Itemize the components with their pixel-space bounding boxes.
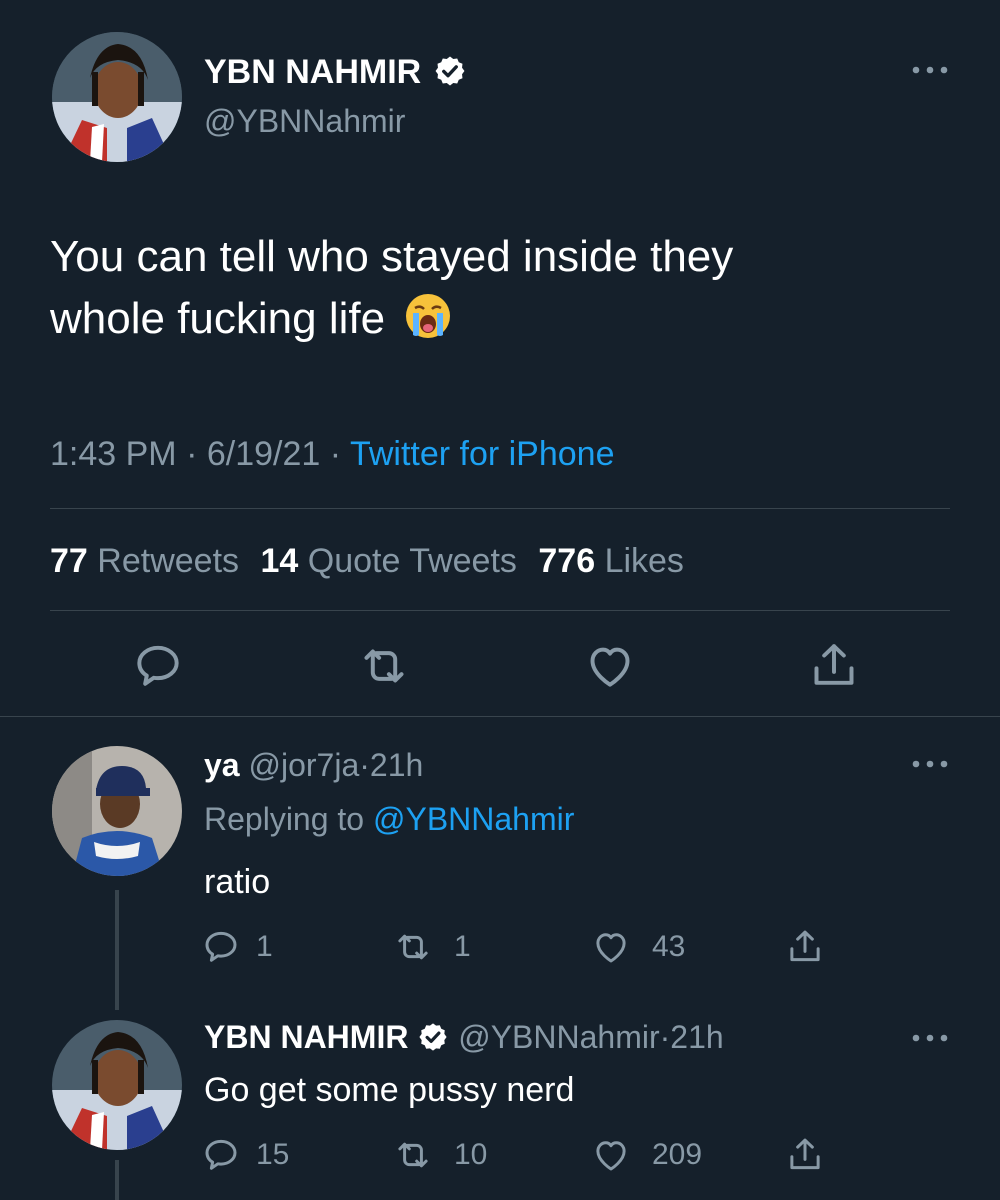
- share-icon[interactable]: [784, 1134, 826, 1176]
- share-icon[interactable]: [806, 638, 862, 694]
- tweet-text-line-1: You can tell who stayed inside they: [50, 232, 734, 281]
- loudly-crying-face-icon: [406, 294, 451, 338]
- divider: [50, 610, 950, 611]
- quote-tweets-stat[interactable]: 14 Quote Tweets: [260, 542, 526, 580]
- avatar-image-icon: [52, 32, 182, 162]
- retweet-count: 10: [454, 1138, 488, 1171]
- like-icon[interactable]: [582, 638, 638, 694]
- likes-stat[interactable]: 776 Likes: [538, 542, 684, 580]
- reply-text: ratio: [204, 863, 271, 901]
- share-icon[interactable]: [784, 926, 826, 968]
- separator-dot: ·: [659, 1019, 671, 1055]
- like-count: 209: [652, 1138, 703, 1171]
- like-icon[interactable]: [590, 926, 632, 968]
- more-options-icon[interactable]: [910, 758, 950, 770]
- like-count: 43: [652, 930, 686, 963]
- reply-count: 1: [256, 930, 273, 963]
- replying-to-label: Replying to: [204, 801, 365, 837]
- replying-to-handle[interactable]: @YBNNahmir: [373, 801, 574, 837]
- likes-count: 776: [538, 542, 596, 580]
- reply-header: YBN NAHMIR @YBNNahmir·21h: [204, 1018, 724, 1056]
- author-handle[interactable]: @YBNNahmir: [204, 102, 405, 140]
- tweet-date[interactable]: 6/19/21: [207, 435, 320, 473]
- like-icon[interactable]: [590, 1134, 632, 1176]
- tweet-text-line-2: whole fucking life: [50, 288, 950, 350]
- more-options-icon[interactable]: [910, 1032, 950, 1044]
- retweet-icon[interactable]: [356, 638, 412, 694]
- separator-dot: ·: [359, 747, 370, 783]
- verified-badge-icon: [433, 54, 467, 88]
- divider: [50, 508, 950, 509]
- tweet-source-link[interactable]: Twitter for iPhone: [350, 435, 615, 473]
- author-display-name[interactable]: YBN NAHMIR: [204, 53, 421, 91]
- reply-text: Go get some pussy nerd: [204, 1071, 575, 1109]
- quote-tweets-count: 14: [260, 542, 299, 580]
- reply-count: 15: [256, 1138, 290, 1171]
- quote-tweets-label: Quote Tweets: [307, 542, 517, 580]
- reply-age[interactable]: 21h: [670, 1019, 723, 1055]
- reply-handle[interactable]: @jor7ja: [248, 747, 359, 783]
- reply-icon[interactable]: [200, 1134, 242, 1176]
- reply-display-name[interactable]: YBN NAHMIR: [204, 1019, 408, 1055]
- retweet-icon[interactable]: [392, 926, 434, 968]
- avatar-image-icon: [52, 746, 182, 876]
- tweet-text: You can tell who stayed inside they whol…: [50, 226, 950, 350]
- avatar-image-icon: [52, 1020, 182, 1150]
- tweet-stats-row: 77 Retweets 14 Quote Tweets 776 Likes: [50, 541, 684, 581]
- reply-age[interactable]: 21h: [370, 747, 423, 783]
- reply-header: ya @jor7ja·21h: [204, 746, 423, 784]
- tweet-timestamp-row: 1:43 PM · 6/19/21 · Twitter for iPhone: [50, 434, 615, 474]
- likes-label: Likes: [604, 542, 684, 580]
- more-options-icon[interactable]: [910, 64, 950, 76]
- thread-connector-line: [115, 1160, 119, 1200]
- reply-display-name[interactable]: ya: [204, 747, 240, 783]
- tweet-time[interactable]: 1:43 PM: [50, 435, 177, 473]
- retweets-stat[interactable]: 77 Retweets: [50, 542, 248, 580]
- reply-author-avatar[interactable]: [52, 746, 182, 876]
- author-avatar[interactable]: [52, 32, 182, 162]
- retweets-label: Retweets: [97, 542, 240, 580]
- reply-author-avatar[interactable]: [52, 1020, 182, 1150]
- retweets-count: 77: [50, 542, 88, 580]
- separator-dot: ·: [186, 435, 198, 473]
- reply-icon[interactable]: [130, 638, 186, 694]
- divider: [0, 716, 1000, 717]
- reply-icon[interactable]: [200, 926, 242, 968]
- replying-to-row: Replying to @YBNNahmir: [204, 800, 574, 838]
- retweet-icon[interactable]: [392, 1134, 434, 1176]
- verified-badge-icon: [417, 1021, 449, 1053]
- reply-handle[interactable]: @YBNNahmir: [458, 1019, 659, 1055]
- retweet-count: 1: [454, 930, 471, 963]
- separator-dot: ·: [329, 435, 342, 473]
- tweet-text-line-2-words: whole fucking life: [50, 294, 386, 343]
- thread-connector-line: [115, 890, 119, 1010]
